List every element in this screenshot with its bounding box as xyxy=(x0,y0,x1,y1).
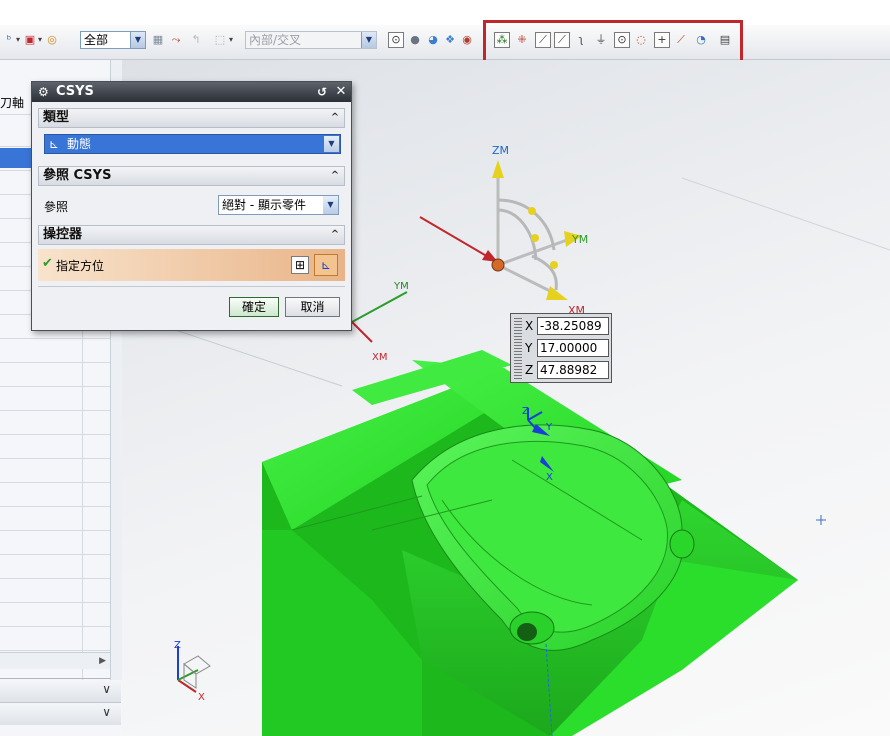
general-selection-icon[interactable]: ▦ xyxy=(151,33,165,47)
wcs-xm-label: XM xyxy=(372,352,387,363)
select-component-icon[interactable]: ↰ xyxy=(189,33,203,47)
studio-icon[interactable]: ❖ xyxy=(443,33,457,47)
ok-button[interactable]: 確定 xyxy=(229,297,279,317)
csys-orient-icon[interactable]: ⊾ xyxy=(314,254,338,276)
details-panel-header[interactable]: ∨ xyxy=(0,680,121,703)
column-header: 刀軸 xyxy=(0,96,25,110)
horizontal-scrollbar[interactable]: ▶ xyxy=(0,652,110,669)
chevron-down-icon[interactable]: ▼ xyxy=(323,196,338,214)
filter-icon[interactable]: ᵇ xyxy=(2,33,16,47)
chevron-up-icon[interactable]: ^ xyxy=(327,110,343,126)
csys-dialog: ⚙ CSYS ↺ ✕ 類型 ^ ⊾ 動態 ▼ 參照 CSYS ^ 參照 絕對 -… xyxy=(31,81,352,331)
z-coord-input[interactable]: 47.88982 xyxy=(537,361,609,379)
chevron-down-icon[interactable]: ▼ xyxy=(361,32,376,48)
reset-icon[interactable]: ↺ xyxy=(314,84,330,100)
csys-origin-handle[interactable] xyxy=(491,258,505,272)
selection-type-icon[interactable]: ▣ xyxy=(23,33,37,47)
x-coord-input[interactable]: -38.25089 xyxy=(537,317,609,335)
select-feature-icon[interactable]: ⤳ xyxy=(169,33,183,47)
section-reference-header[interactable]: 參照 CSYS ^ xyxy=(38,166,345,186)
chevron-down-icon[interactable]: ∨ xyxy=(102,682,111,696)
part-x-label: X xyxy=(546,472,553,483)
reference-field-label: 參照 xyxy=(44,200,69,214)
specify-orientation-row[interactable]: ✔ 指定方位 ⊞ ⊾ xyxy=(38,249,345,281)
shaded-icon[interactable]: ● xyxy=(408,33,422,47)
drag-handle[interactable] xyxy=(514,317,522,379)
x-coord-label: X xyxy=(525,319,534,333)
y-coord-label: Y xyxy=(525,341,533,355)
section-manipulator-header[interactable]: 操控器 ^ xyxy=(38,225,345,245)
point-dialog-icon[interactable]: ⊞ xyxy=(291,256,309,274)
zm-label: ZM xyxy=(492,144,509,157)
part-z-label: Z xyxy=(522,406,529,417)
coordinate-input-panel: X -38.25089 Y 17.00000 Z 47.88982 xyxy=(510,313,612,383)
dynamic-csys-icon: ⊾ xyxy=(49,137,60,151)
section-reference-label: 參照 CSYS xyxy=(43,168,112,183)
section-type-label: 類型 xyxy=(43,110,70,125)
filter-combo[interactable]: 全部 ▼ xyxy=(80,31,146,49)
reference-select-value: 絕對 - 顯示零件 xyxy=(222,198,306,212)
dropdown-arrow-icon[interactable]: ▾ xyxy=(228,33,234,47)
chevron-up-icon[interactable]: ^ xyxy=(327,168,343,184)
face-analysis-icon[interactable]: ◉ xyxy=(460,33,474,47)
zm-axis-handle[interactable] xyxy=(492,160,504,178)
triad-x-label: X xyxy=(198,692,205,703)
part-y-label: Y xyxy=(545,422,553,433)
gear-icon[interactable]: ⚙ xyxy=(38,82,49,102)
toolbar: ᵇ ▾ ▣ ▾ ◎ 全部 ▼ ▦ ⤳ ↰ ⬚ ▾ 內部/交叉 ▼ ⊙ ● ◕ ❖… xyxy=(0,25,890,60)
dialog-title-bar: ⚙ CSYS ↺ ✕ xyxy=(32,82,351,102)
dependencies-panel-header[interactable]: ∨ xyxy=(0,703,121,725)
specify-orientation-label: 指定方位 xyxy=(56,259,105,273)
rectangle-select-icon[interactable]: ⬚ xyxy=(213,33,227,47)
section-type-header[interactable]: 類型 ^ xyxy=(38,108,345,128)
chevron-down-icon[interactable]: ▼ xyxy=(130,32,145,48)
y-coord-input[interactable]: 17.00000 xyxy=(537,339,609,357)
checkmark-icon: ✔ xyxy=(42,256,53,271)
z-coord-label: Z xyxy=(525,363,534,377)
type-select[interactable]: ⊾ 動態 ▼ xyxy=(44,134,341,154)
wcs-ym-label: YM xyxy=(393,281,409,292)
shaded-edges-icon[interactable]: ◕ xyxy=(426,33,440,47)
type-select-value: 動態 xyxy=(67,137,92,151)
close-icon[interactable]: ✕ xyxy=(333,84,349,100)
chevron-up-icon[interactable]: ^ xyxy=(327,227,343,243)
selection-scope-value: 內部/交叉 xyxy=(249,33,302,47)
reference-select[interactable]: 絕對 - 顯示零件 ▼ xyxy=(218,195,339,215)
dialog-title: CSYS xyxy=(56,84,94,99)
render-style-icon[interactable]: ⊙ xyxy=(388,32,404,48)
section-manipulator-label: 操控器 xyxy=(43,227,83,242)
selection-scope-combo[interactable]: 內部/交叉 ▼ xyxy=(245,31,377,49)
chevron-down-icon[interactable]: ∨ xyxy=(102,705,111,719)
scroll-right-icon[interactable]: ▶ xyxy=(99,653,106,669)
dropdown-arrow-icon[interactable]: ▾ xyxy=(37,33,43,47)
cancel-button[interactable]: 取消 xyxy=(285,297,340,317)
dropdown-arrow-icon[interactable]: ▾ xyxy=(15,33,21,47)
triad-z-label: Z xyxy=(174,640,181,651)
ym-label: YM xyxy=(571,233,588,246)
select-filter-icon[interactable]: ◎ xyxy=(45,33,59,47)
chevron-down-icon[interactable]: ▼ xyxy=(324,136,339,152)
filter-combo-value: 全部 xyxy=(84,33,109,47)
